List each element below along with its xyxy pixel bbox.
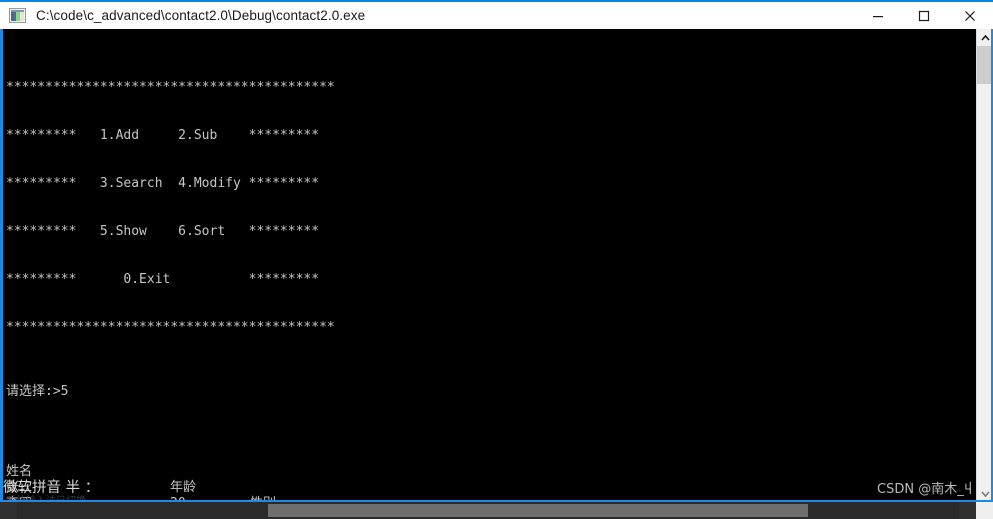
menu-line-show-sort[interactable]: ********* 5.Show 6.Sort ********* (6, 224, 966, 240)
close-button[interactable] (947, 2, 993, 29)
title-bar[interactable]: C:\code\c_advanced\contact2.0\Debug\cont… (0, 0, 993, 29)
scrollbar-corner (976, 502, 993, 519)
menu-line-exit[interactable]: ********* 0.Exit ********* (6, 272, 966, 288)
window-title: C:\code\c_advanced\contact2.0\Debug\cont… (36, 8, 366, 23)
chevron-down-icon (981, 490, 990, 497)
menu-top-border: ****************************************… (6, 80, 335, 95)
console-window: C:\code\c_advanced\contact2.0\Debug\cont… (0, 0, 993, 519)
menu-line-search-modify[interactable]: ********* 3.Search 4.Modify ********* (6, 176, 966, 192)
maximize-icon (918, 10, 930, 21)
minimize-button[interactable] (855, 2, 901, 29)
horizontal-scrollbar[interactable] (0, 502, 993, 519)
csdn-watermark-text: CSDN @南木_屮 (877, 482, 971, 497)
menu-line-add-sub[interactable]: ********* 1.Add 2.Sub ********* (6, 128, 966, 144)
table-header-row: 姓名 年龄 性别 地址 电话 (6, 448, 706, 519)
scroll-right-button[interactable] (959, 502, 976, 519)
maximize-button[interactable] (901, 2, 947, 29)
prompt-line-first: 请选择:>5 (6, 384, 69, 399)
scroll-left-button[interactable] (0, 502, 17, 519)
title-bar-left: C:\code\c_advanced\contact2.0\Debug\cont… (0, 8, 855, 23)
minimize-icon (873, 15, 883, 17)
close-icon (965, 10, 975, 21)
horizontal-scroll-thumb[interactable] (268, 504, 808, 517)
console-app-icon (9, 8, 26, 23)
menu-bottom-border: ****************************************… (6, 320, 335, 335)
chevron-up-icon (981, 34, 990, 41)
console-output-area[interactable]: ****************************************… (0, 29, 993, 519)
window-controls (855, 2, 993, 29)
csdn-watermark: CSDN @南木_屮 (877, 481, 971, 499)
console-text: ****************************************… (6, 32, 966, 519)
